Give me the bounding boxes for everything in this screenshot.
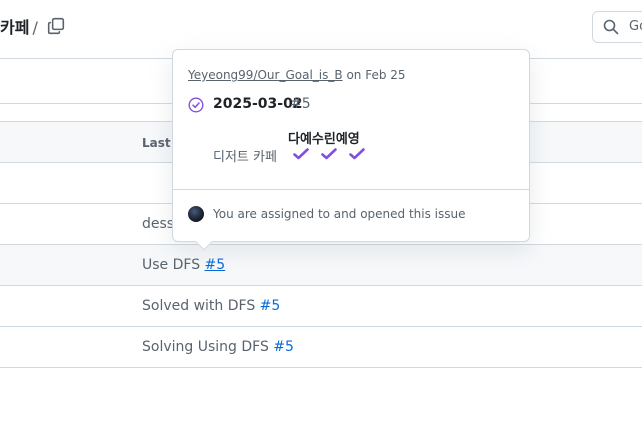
hovercard-repo-line: Yeyeong99/Our_Goal_is_B on Feb 25	[188, 68, 406, 82]
commit-message[interactable]: Use DFS #5	[142, 257, 225, 273]
search-placeholder: Go	[629, 19, 642, 34]
repo-date: on Feb 25	[342, 68, 406, 82]
copy-icon[interactable]	[47, 17, 65, 35]
issue-body-label: 디저트 카페	[213, 150, 277, 165]
table-row[interactable]: Use DFS #5	[0, 245, 642, 286]
breadcrumb-separator: /	[32, 18, 38, 37]
commit-message[interactable]: Solved with DFS #5	[142, 298, 280, 314]
breadcrumb: 카페 /	[0, 14, 38, 38]
repo-link[interactable]: Yeyeong99/Our_Goal_is_B	[188, 68, 343, 82]
issue-closed-icon	[188, 97, 204, 113]
check-icon	[293, 148, 309, 160]
issue-body-heading: 다예수린예영	[288, 132, 360, 147]
issue-number: #5	[290, 96, 311, 112]
issue-link[interactable]: #5	[260, 298, 281, 314]
commit-message[interactable]: Solving Using DFS #5	[142, 339, 294, 355]
breadcrumb-path[interactable]: 카페	[0, 18, 29, 37]
assignment-note: You are assigned to and opened this issu…	[213, 207, 466, 221]
check-icon	[321, 148, 337, 160]
check-icon	[349, 148, 365, 160]
search-icon	[603, 19, 619, 35]
issue-link[interactable]: #5	[273, 339, 294, 355]
search-input[interactable]: Go	[592, 11, 642, 43]
avatar	[188, 206, 204, 222]
hovercard-divider	[173, 189, 529, 190]
table-row[interactable]: Solved with DFS #5	[0, 286, 642, 327]
issue-hovercard: Yeyeong99/Our_Goal_is_B on Feb 25 2025-0…	[172, 49, 530, 251]
issue-link[interactable]: #5	[205, 257, 226, 273]
table-row[interactable]: Solving Using DFS #5	[0, 327, 642, 368]
